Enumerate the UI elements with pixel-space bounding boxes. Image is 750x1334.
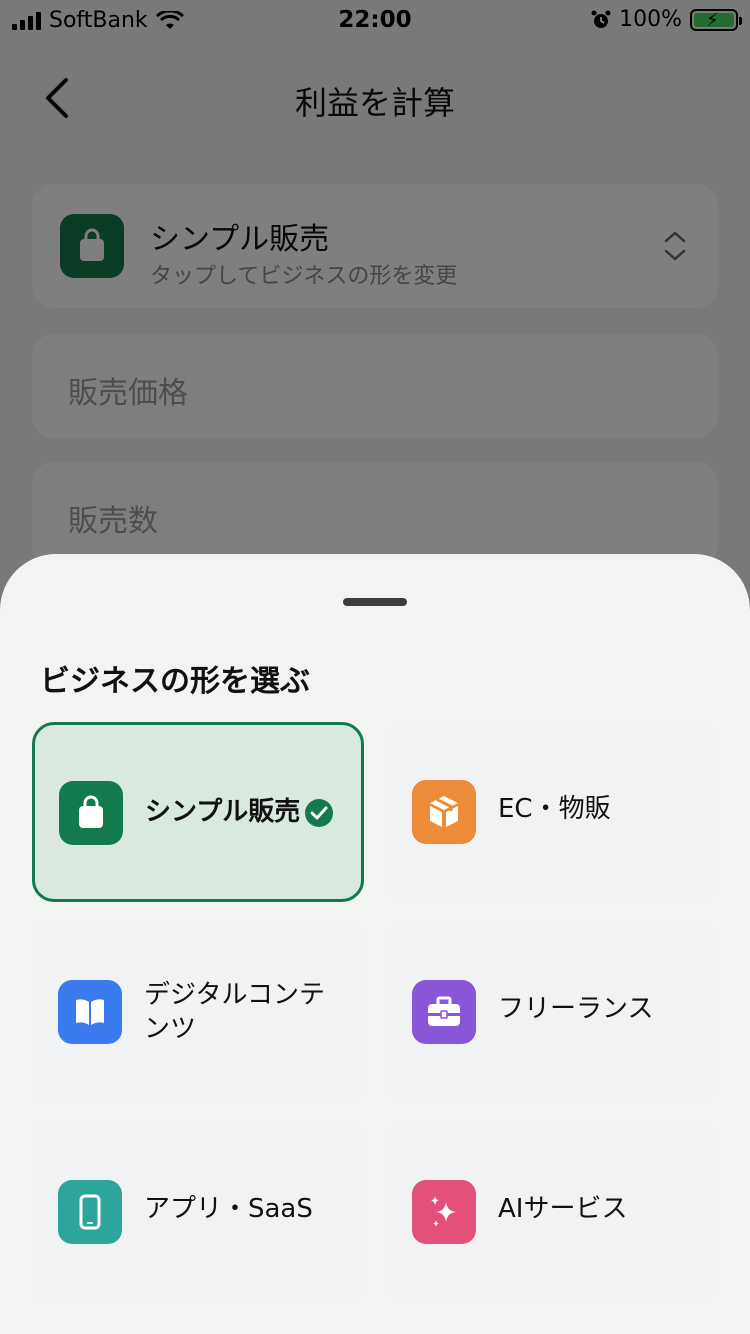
sheet-title: ビジネスの形を選ぶ xyxy=(40,664,310,699)
business-type-sheet: ビジネスの形を選ぶ シンプル販売 EC・物販 デジタルコンテンツ フリーランス … xyxy=(0,554,750,1334)
sparkles-icon xyxy=(412,1180,476,1244)
option-ec-retail[interactable]: EC・物販 xyxy=(386,722,718,902)
option-label: フリーランス xyxy=(498,994,654,1024)
option-label: デジタルコンテンツ xyxy=(144,980,325,1044)
option-label: アプリ・SaaS xyxy=(144,1194,313,1224)
option-freelance[interactable]: フリーランス xyxy=(386,922,718,1102)
smartphone-icon xyxy=(58,1180,122,1244)
option-label: シンプル販売 xyxy=(145,797,301,827)
shopping-bag-icon xyxy=(59,781,123,845)
package-icon xyxy=(412,780,476,844)
option-simple-sales[interactable]: シンプル販売 xyxy=(32,722,364,902)
option-label: EC・物販 xyxy=(498,794,611,824)
option-label: AIサービス xyxy=(498,1194,628,1224)
option-digital-content[interactable]: デジタルコンテンツ xyxy=(32,922,364,1102)
checkmark-circle-icon xyxy=(305,798,334,827)
book-icon xyxy=(58,980,122,1044)
option-ai-service[interactable]: AIサービス xyxy=(386,1122,718,1302)
sheet-grabber[interactable] xyxy=(343,598,407,606)
option-app-saas[interactable]: アプリ・SaaS xyxy=(32,1122,364,1302)
briefcase-icon xyxy=(412,980,476,1044)
